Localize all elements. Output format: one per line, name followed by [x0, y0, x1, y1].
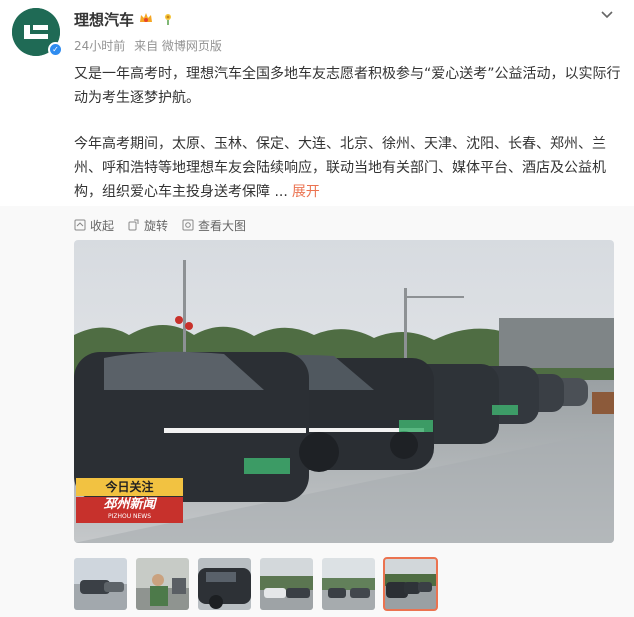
verified-icon: ✓: [48, 42, 63, 57]
main-photo[interactable]: 今日关注 邳州新闻 PIZHOU NEWS: [74, 240, 614, 543]
image-toolbar: 收起 旋转 查看大图: [74, 216, 246, 234]
collapse-button[interactable]: 收起: [74, 216, 114, 234]
vip-badge-icon[interactable]: [138, 10, 154, 26]
post-source: 来自 微博网页版: [134, 39, 222, 53]
view-large-button[interactable]: 查看大图: [182, 216, 246, 234]
watermark-brand: 邳州新闻: [103, 497, 156, 512]
rotate-button[interactable]: 旋转: [128, 216, 168, 234]
watermark-brand-en: PIZHOU NEWS: [107, 513, 152, 520]
dropdown-caret-icon[interactable]: [598, 8, 616, 22]
rotate-icon: [128, 219, 139, 231]
thumbnail-strip: [74, 557, 438, 611]
thumbnail-2[interactable]: [136, 558, 189, 610]
collapse-icon: [74, 219, 86, 231]
post-meta: 24小时前 来自 微博网页版: [74, 37, 227, 54]
author-name[interactable]: 理想汽车: [74, 9, 134, 30]
flower-badge-icon[interactable]: [160, 10, 176, 26]
post-time[interactable]: 24小时前: [74, 39, 125, 53]
watermark-title: 今日关注: [76, 478, 183, 496]
thumbnail-3[interactable]: [198, 558, 251, 610]
thumbnail-4[interactable]: [260, 558, 313, 610]
author-avatar[interactable]: ✓: [12, 8, 63, 57]
thumbnail-1[interactable]: [74, 558, 127, 610]
post-paragraph-2: 今年高考期间，太原、玉林、保定、大连、北京、徐州、天津、沈阳、长春、郑州、兰州、…: [74, 132, 622, 204]
thumbnail-5[interactable]: [322, 558, 375, 610]
post-paragraph-2-text: 今年高考期间，太原、玉林、保定、大连、北京、徐州、天津、沈阳、长春、郑州、兰州、…: [74, 136, 606, 200]
thumbnail-6[interactable]: [383, 557, 438, 611]
post-paragraph-1: 又是一年高考时，理想汽车全国多地车友志愿者积极参与“爱心送考”公益活动，以实际行…: [74, 66, 621, 106]
view-large-label: 查看大图: [198, 218, 247, 233]
rotate-label: 旋转: [144, 218, 169, 233]
expand-link[interactable]: 展开: [292, 184, 320, 200]
collapse-label: 收起: [90, 218, 115, 233]
view-large-icon: [182, 219, 194, 231]
watermark-logo: 邳州新闻 PIZHOU NEWS: [76, 497, 183, 523]
